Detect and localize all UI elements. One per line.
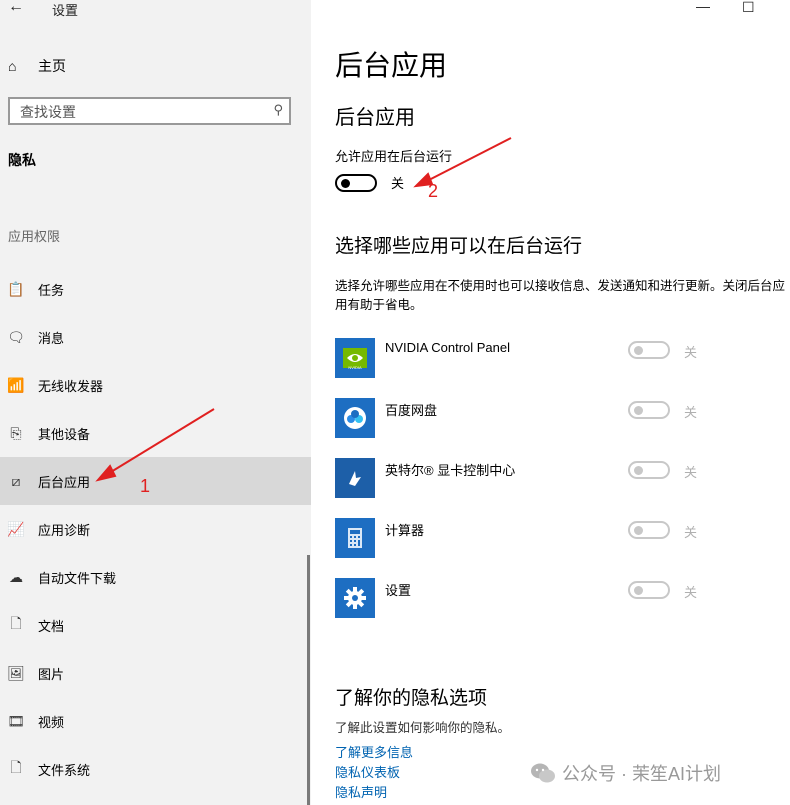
sidebar-item-4[interactable]: ⎘ 其他设备 xyxy=(0,409,311,457)
sidebar-item-label: 任务 xyxy=(38,282,65,298)
sidebar-item-label: 图片 xyxy=(38,666,65,682)
allow-background-state: 关 xyxy=(391,176,405,191)
sidebar-item-label: 消息 xyxy=(38,330,65,346)
allow-background-toggle-row: 关 xyxy=(335,173,404,192)
file-system-icon: 🗋 xyxy=(10,759,22,775)
intel-graphics-icon xyxy=(335,458,375,498)
home-label: 主页 xyxy=(38,58,66,74)
sidebar-item-3[interactable]: 📶 无线收发器 xyxy=(0,361,311,409)
message-icon: 🗨 xyxy=(7,328,25,345)
app-name: 英特尔® 显卡控制中心 xyxy=(385,463,516,478)
back-arrow-icon[interactable]: ← xyxy=(8,0,24,16)
section-background-apps-title: 后台应用 xyxy=(335,107,415,129)
section-choose-apps-desc: 选择允许哪些应用在不使用时也可以接收信息、发送通知和进行更新。关闭后台应用有助于… xyxy=(335,279,786,312)
app-name: 设置 xyxy=(385,583,412,598)
app-toggle-state: 关 xyxy=(684,465,698,480)
sidebar-item-label: 视频 xyxy=(38,714,65,730)
background-apps-icon: ⧄ xyxy=(11,472,21,489)
allow-background-label: 允许应用在后台运行 xyxy=(335,149,453,164)
app-background-toggle[interactable] xyxy=(628,461,670,479)
app-row: 设置 关 xyxy=(335,578,775,620)
app-name: 百度网盘 xyxy=(385,403,438,418)
sidebar-item-label: 无线收发器 xyxy=(38,378,104,394)
privacy-heading: 隐私 xyxy=(8,152,36,168)
sidebar-item-7[interactable]: ☁ 自动文件下载 xyxy=(0,553,311,601)
maximize-icon[interactable]: ☐ xyxy=(742,0,755,16)
sidebar-item-label: 其他设备 xyxy=(38,426,91,442)
picture-icon: 🖼 xyxy=(7,664,25,681)
privacy-dashboard-link[interactable]: 隐私仪表板 xyxy=(335,762,400,781)
app-background-toggle[interactable] xyxy=(628,401,670,419)
clipboard-icon: 📋 xyxy=(7,280,25,297)
gear-icon xyxy=(335,578,375,618)
app-toggle-state: 关 xyxy=(684,525,698,540)
sidebar-item-5[interactable]: ⧄ 后台应用 xyxy=(0,457,311,505)
app-name: 计算器 xyxy=(385,523,425,538)
watermark: 公众号 · 茉笙AI计划 xyxy=(530,760,721,786)
app-background-toggle[interactable] xyxy=(628,581,670,599)
sidebar-item-label: 后台应用 xyxy=(38,474,91,490)
video-icon: 🎞 xyxy=(7,712,25,729)
devices-icon: ⎘ xyxy=(10,424,22,441)
search-box[interactable]: ⚲ xyxy=(8,97,291,125)
sidebar-item-11[interactable]: 🗋 文件系统 xyxy=(0,745,311,793)
wechat-icon xyxy=(530,762,556,784)
app-toggle-state: 关 xyxy=(684,405,698,420)
privacy-options-title: 了解你的隐私选项 xyxy=(335,688,488,709)
app-row: NVIDIA NVIDIA Control Panel 关 xyxy=(335,338,775,380)
sidebar-item-6[interactable]: 📈 应用诊断 xyxy=(0,505,311,553)
watermark-text: 公众号 · 茉笙AI计划 xyxy=(562,764,722,784)
annotation-label-1: 1 xyxy=(140,476,151,496)
nvidia-icon: NVIDIA xyxy=(335,338,375,378)
sidebar-item-label: 文档 xyxy=(38,618,65,634)
diagnostics-icon: 📈 xyxy=(7,520,25,537)
sidebar-item-label: 应用诊断 xyxy=(38,522,91,538)
search-input[interactable] xyxy=(18,103,262,121)
antenna-icon: 📶 xyxy=(7,376,25,393)
app-permissions-heading: 应用权限 xyxy=(8,229,61,244)
app-toggle-state: 关 xyxy=(684,345,698,360)
app-toggle-state: 关 xyxy=(684,585,698,600)
app-row: 计算器 关 xyxy=(335,518,775,560)
sidebar-item-8[interactable]: 🗋 文档 xyxy=(0,601,311,649)
sidebar-home[interactable]: ⌂ 主页 xyxy=(8,56,66,76)
learn-more-link[interactable]: 了解更多信息 xyxy=(335,742,413,761)
minimize-icon[interactable]: — xyxy=(696,0,710,14)
privacy-options-desc: 了解此设置如何影响你的隐私。 xyxy=(335,721,511,735)
baidu-netdisk-icon xyxy=(335,398,375,438)
sidebar-item-label: 文件系统 xyxy=(38,762,91,778)
sidebar-item-10[interactable]: 🎞 视频 xyxy=(0,697,311,745)
app-background-toggle[interactable] xyxy=(628,341,670,359)
window-title: 设置 xyxy=(52,3,79,18)
cloud-icon: ☁ xyxy=(9,568,23,585)
sidebar-scrollbar[interactable] xyxy=(307,555,310,805)
app-background-toggle[interactable] xyxy=(628,521,670,539)
main-content: — ☐ 后台应用 后台应用 允许应用在后台运行 关 选择哪些应用可以在后台运行 … xyxy=(311,0,790,805)
document-icon: 🗋 xyxy=(10,615,22,631)
sidebar-item-9[interactable]: 🖼 图片 xyxy=(0,649,311,697)
section-choose-apps-title: 选择哪些应用可以在后台运行 xyxy=(335,236,583,257)
app-name: NVIDIA Control Panel xyxy=(385,340,511,355)
page-title: 后台应用 xyxy=(335,50,448,81)
search-icon: ⚲ xyxy=(273,102,283,117)
privacy-statement-link[interactable]: 隐私声明 xyxy=(335,782,387,801)
app-row: 百度网盘 关 xyxy=(335,398,775,440)
allow-background-toggle[interactable] xyxy=(335,173,377,192)
sidebar-item-2[interactable]: 🗨 消息 xyxy=(0,313,311,361)
app-row: 英特尔® 显卡控制中心 关 xyxy=(335,458,775,500)
sidebar-item-1[interactable]: 📋 任务 xyxy=(0,265,311,313)
settings-sidebar: ← 设置 ⌂ 主页 ⚲ 隐私 应用权限 📋 任务 🗨 消息 📶 无线收发器 ⎘ 其他设备 ⧄ 后台… xyxy=(0,0,311,805)
sidebar-item-label: 自动文件下载 xyxy=(38,570,117,586)
annotation-label-2: 2 xyxy=(428,181,439,201)
svg-text:NVIDIA: NVIDIA xyxy=(348,365,362,370)
calculator-icon xyxy=(335,518,375,558)
home-icon: ⌂ xyxy=(8,58,17,74)
